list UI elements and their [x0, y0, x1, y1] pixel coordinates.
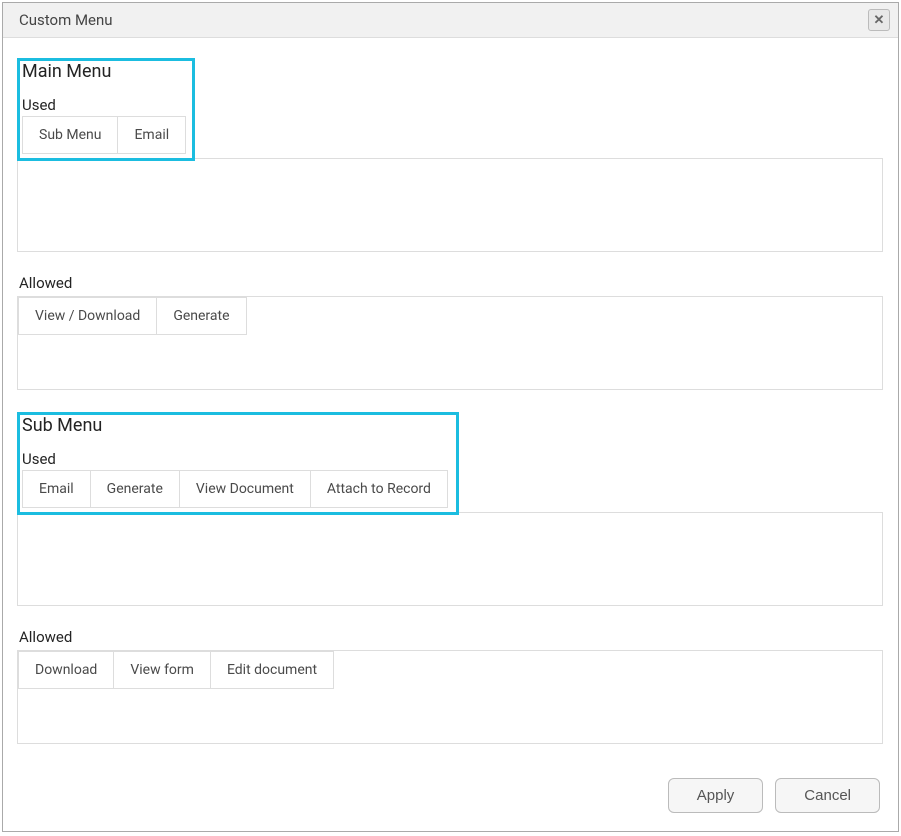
sub-menu-allowed-item[interactable]: Download [18, 651, 114, 689]
main-menu-used-label: Used [20, 96, 184, 114]
main-menu-used-item[interactable]: Sub Menu [22, 116, 118, 154]
main-menu-highlight: Main Menu Used Sub Menu Email [17, 58, 195, 161]
main-menu-allowed-item[interactable]: Generate [157, 297, 246, 335]
sub-menu-used-item[interactable]: Generate [91, 470, 180, 508]
sub-menu-used-area[interactable] [17, 512, 883, 606]
sub-menu-used-items: Email Generate View Document Attach to R… [22, 470, 448, 508]
main-menu-used-item[interactable]: Email [118, 116, 186, 154]
main-menu-allowed-label: Allowed [17, 274, 884, 292]
sub-menu-used-item[interactable]: Attach to Record [311, 470, 448, 508]
custom-menu-dialog: Custom Menu ✕ Main Menu Used Sub Menu Em… [2, 2, 899, 832]
sub-menu-allowed-item[interactable]: Edit document [211, 651, 334, 689]
sub-menu-allowed-items: Download View form Edit document [18, 651, 334, 689]
close-button[interactable]: ✕ [868, 9, 890, 31]
dialog-title: Custom Menu [19, 11, 113, 29]
close-icon: ✕ [874, 13, 885, 28]
sub-menu-allowed-item[interactable]: View form [114, 651, 211, 689]
sub-menu-title: Sub Menu [20, 415, 448, 436]
main-menu-allowed-area[interactable]: View / Download Generate [17, 296, 883, 390]
main-menu-used-area[interactable] [17, 158, 883, 252]
sub-menu-used-label: Used [20, 450, 448, 468]
sub-menu-allowed-label: Allowed [17, 628, 884, 646]
dialog-body: Main Menu Used Sub Menu Email Allowed Vi… [3, 38, 898, 764]
dialog-header: Custom Menu ✕ [3, 3, 898, 38]
main-menu-allowed-item[interactable]: View / Download [18, 297, 157, 335]
sub-menu-used-item[interactable]: Email [22, 470, 91, 508]
apply-button[interactable]: Apply [668, 778, 764, 813]
cancel-button[interactable]: Cancel [775, 778, 880, 813]
sub-menu-highlight: Sub Menu Used Email Generate View Docume… [17, 412, 459, 515]
main-menu-used-items: Sub Menu Email [22, 116, 184, 154]
main-menu-title: Main Menu [20, 61, 184, 82]
dialog-footer: Apply Cancel [3, 764, 898, 831]
sub-menu-used-item[interactable]: View Document [180, 470, 311, 508]
sub-menu-allowed-area[interactable]: Download View form Edit document [17, 650, 883, 744]
main-menu-allowed-items: View / Download Generate [18, 297, 247, 335]
